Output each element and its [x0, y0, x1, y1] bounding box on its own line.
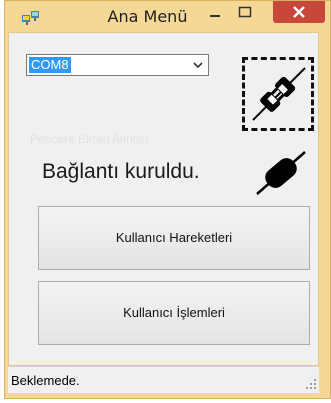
user-actions-button[interactable]: Kullanıcı Hareketleri — [38, 206, 310, 270]
port-select-value: COM8 — [29, 57, 71, 73]
faint-label: Pencere Ekran Alıntısı — [30, 132, 149, 146]
user-operations-button[interactable]: Kullanıcı İşlemleri — [38, 281, 310, 345]
resize-grip-icon[interactable] — [305, 378, 317, 390]
plug-connect-icon — [252, 67, 306, 121]
port-select[interactable]: COM8 — [26, 54, 209, 76]
close-button[interactable] — [273, 1, 325, 23]
maximize-icon — [238, 6, 252, 18]
status-bar: Beklemede. — [8, 366, 319, 393]
chevron-down-icon — [193, 62, 203, 69]
connection-status-text: Bağlantı kuruldu. — [42, 160, 200, 183]
minimize-button[interactable] — [201, 1, 229, 25]
plug-connected-icon — [256, 151, 306, 195]
close-icon — [293, 6, 305, 18]
title-bar[interactable]: Ana Menü — [5, 1, 330, 33]
maximize-button[interactable] — [231, 1, 259, 25]
connect-button[interactable] — [242, 57, 314, 131]
minimize-icon — [210, 15, 220, 17]
status-bar-label: Beklemede. — [11, 373, 80, 388]
